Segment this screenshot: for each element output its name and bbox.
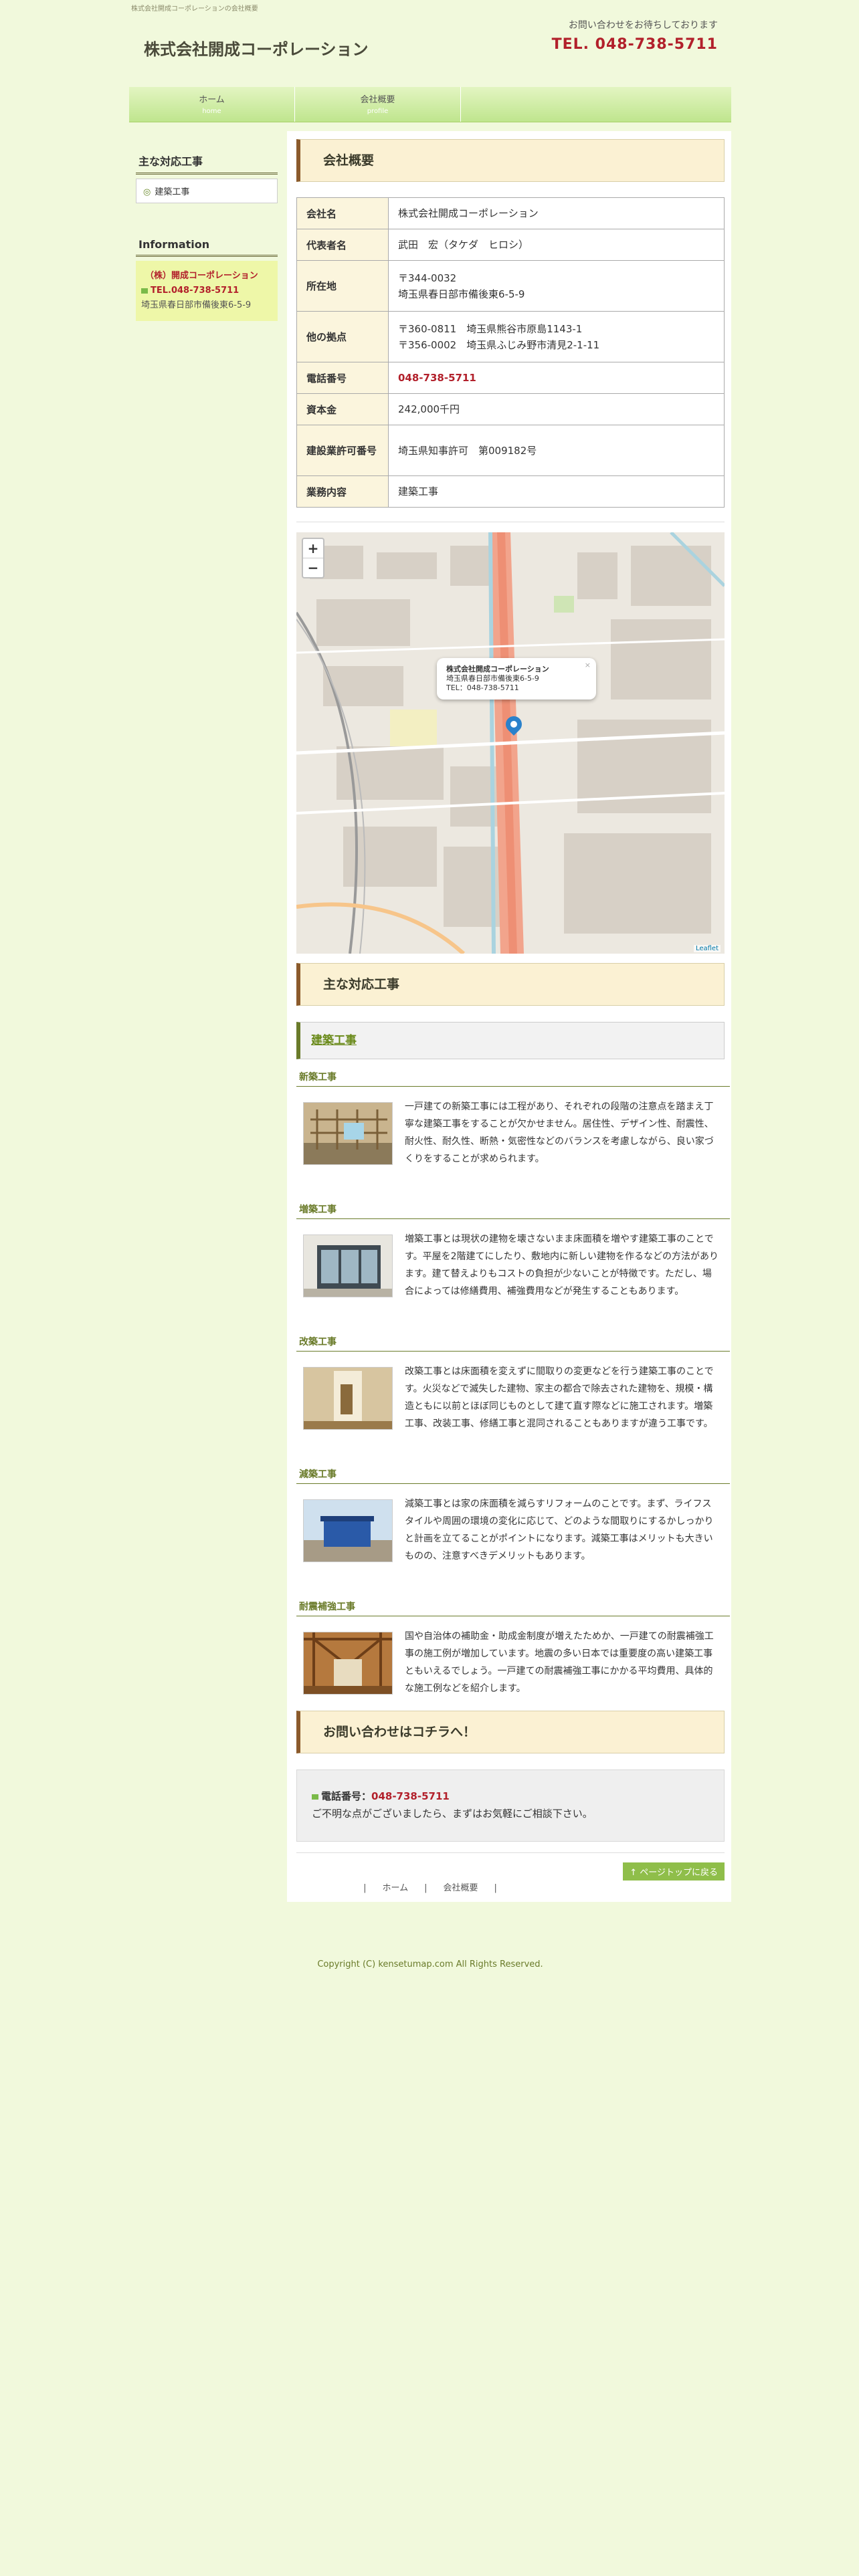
- address: 埼玉県春日部市備後東6-5-9: [398, 288, 525, 300]
- bullet-icon: ◎: [143, 187, 151, 197]
- services-heading: 主な対応工事: [296, 963, 725, 1006]
- popup-address: 埼玉県春日部市備後東6-5-9: [446, 674, 539, 683]
- info-company-name: （株）開成コーポレーション: [145, 271, 258, 281]
- footer-nav: | ホーム | 会社概要 |: [129, 1881, 731, 1893]
- map-zoom-control: + −: [302, 538, 324, 578]
- map-popup: × 株式会社開成コーポレーション 埼玉県春日部市備後東6-5-9 TEL：048…: [437, 658, 596, 700]
- row-value: 242,000千円: [388, 393, 725, 425]
- row-label: 業務内容: [296, 475, 389, 508]
- service-text-reduction: 減築工事とは家の床面積を減らすリフォームのことです。まず、ライフスタイルや周囲の…: [405, 1499, 714, 1562]
- info-address: 埼玉県春日部市備後東6-5-9: [141, 300, 252, 310]
- zoom-out-button[interactable]: −: [303, 558, 323, 577]
- row-value: 武田 宏（タケダ ヒロシ）: [388, 229, 725, 261]
- row-value: 埼玉県知事許可 第009182号: [388, 425, 725, 476]
- table-row: 資本金 242,000千円: [296, 393, 725, 425]
- nav-home[interactable]: ホーム home: [129, 87, 295, 122]
- service-image-new: [303, 1102, 393, 1165]
- map-widget[interactable]: + − × 株式会社開成コーポレーション 埼玉県春日部市備後東6-5-9 TEL…: [296, 532, 725, 954]
- nav-profile-sub: profile: [367, 108, 389, 115]
- sidebar-info-heading: Information: [136, 237, 278, 257]
- table-row: 業務内容 建築工事: [296, 475, 725, 508]
- row-value: 建築工事: [388, 475, 725, 508]
- table-row: 電話番号 048-738-5711: [296, 362, 725, 394]
- footer-link-home[interactable]: ホーム: [382, 1883, 408, 1893]
- sidebar-info-box: （株）開成コーポレーション TEL.048-738-5711 埼玉県春日部市備後…: [136, 261, 278, 321]
- row-label: 代表者名: [296, 229, 389, 261]
- profile-heading: 会社概要: [296, 139, 725, 182]
- row-value: 048-738-5711: [388, 362, 725, 394]
- branch-2: 〒356-0002 埼玉県ふじみ野市清見2-1-11: [398, 338, 600, 351]
- row-label: 会社名: [296, 197, 389, 229]
- sidebar-item-construction[interactable]: ◎ 建築工事: [136, 179, 278, 203]
- table-row: 建設業許可番号 埼玉県知事許可 第009182号: [296, 425, 725, 476]
- info-phone[interactable]: TEL.048-738-5711: [151, 286, 239, 296]
- map-tiles: [296, 532, 725, 954]
- row-label: 電話番号: [296, 362, 389, 394]
- row-label: 建設業許可番号: [296, 425, 389, 476]
- service-title-extension[interactable]: 増築工事: [296, 1202, 730, 1219]
- contact-note: ご不明な点がございましたら、まずはお気軽にご相談下さい。: [312, 1808, 593, 1820]
- back-to-top-button[interactable]: ↑ ページトップに戻る: [623, 1862, 725, 1881]
- footer-separator: |: [363, 1883, 367, 1893]
- header-phone[interactable]: TEL. 048-738-5711: [552, 36, 718, 53]
- service-text-new: 一戸建ての新築工事には工程があり、それぞれの段階の注意点を踏まえ丁寧な建築工事を…: [405, 1101, 714, 1164]
- sidebar-item-label: 建築工事: [155, 187, 190, 197]
- service-image-rebuild: [303, 1367, 393, 1430]
- zoom-in-button[interactable]: +: [303, 539, 323, 558]
- profile-phone[interactable]: 048-738-5711: [398, 372, 476, 384]
- service-text-extension: 増築工事とは現状の建物を壊さないまま床面積を増やす建築工事のことです。平屋を2階…: [405, 1234, 719, 1297]
- nav-home-label: ホーム: [199, 95, 225, 105]
- footer-link-profile[interactable]: 会社概要: [444, 1883, 478, 1893]
- service-title-new[interactable]: 新築工事: [296, 1070, 730, 1087]
- company-profile-table: 会社名 株式会社開成コーポレーション 代表者名 武田 宏（タケダ ヒロシ） 所在地〒…: [296, 197, 725, 508]
- contact-phone[interactable]: 048-738-5711: [371, 1790, 450, 1802]
- service-title-seismic[interactable]: 耐震補強工事: [296, 1600, 730, 1616]
- global-nav: ホーム home 会社概要 profile: [129, 87, 731, 122]
- row-label: 資本金: [296, 393, 389, 425]
- footer-separator: |: [424, 1883, 427, 1893]
- contact-heading: お問い合わせはコチラへ！: [296, 1711, 725, 1753]
- table-row: 所在地 〒344-0032 埼玉県春日部市備後東6-5-9: [296, 260, 725, 312]
- main-content: 会社概要 会社名 株式会社開成コーポレーション 代表者名 武田 宏（タケダ ヒロシ）…: [287, 131, 731, 1902]
- popup-close-button[interactable]: ×: [585, 661, 591, 670]
- row-label: 所在地: [296, 260, 389, 312]
- map-attribution[interactable]: Leaflet: [693, 945, 721, 952]
- row-label: 他の拠点: [296, 311, 389, 362]
- table-row: 代表者名 武田 宏（タケダ ヒロシ）: [296, 229, 725, 261]
- footer-separator: |: [494, 1883, 497, 1893]
- header-contact-message: お問い合わせをお待ちしております: [568, 20, 718, 31]
- postal-code: 〒344-0032: [398, 272, 457, 284]
- site-title[interactable]: 株式会社開成コーポレーション: [144, 36, 369, 60]
- popup-tel: TEL：048-738-5711: [446, 683, 519, 692]
- nav-profile-label: 会社概要: [360, 95, 395, 105]
- service-title-rebuild[interactable]: 改築工事: [296, 1335, 730, 1352]
- service-text-rebuild: 改築工事とは床面積を変えずに間取りの変更などを行う建築工事のことです。火災などで…: [405, 1366, 714, 1429]
- popup-company-name: 株式会社開成コーポレーション: [446, 665, 549, 673]
- contact-box: 電話番号：048-738-5711 ご不明な点がございましたら、まずはお気軽にご…: [296, 1769, 725, 1842]
- row-value: 〒360-0811 埼玉県熊谷市原島1143-1 〒356-0002 埼玉県ふじみ…: [388, 311, 725, 362]
- contact-phone-label: 電話番号：: [321, 1790, 372, 1802]
- table-row: 会社名 株式会社開成コーポレーション: [296, 197, 725, 229]
- phone-square-icon: [141, 288, 148, 294]
- service-image-reduction: [303, 1499, 393, 1562]
- row-value: 〒344-0032 埼玉県春日部市備後東6-5-9: [388, 260, 725, 312]
- sidebar-services-heading: 主な対応工事: [136, 151, 278, 175]
- nav-home-sub: home: [202, 108, 221, 115]
- sidebar: 主な対応工事 ◎ 建築工事 Information （株）開成コーポレーション T…: [136, 151, 278, 321]
- service-text-seismic: 国や自治体の補助金・助成金制度が増えたためか、一戸建ての耐震補強工事の施工例が増…: [405, 1631, 714, 1694]
- services-category-link[interactable]: 建築工事: [296, 1022, 725, 1059]
- service-image-seismic: [303, 1632, 393, 1695]
- nav-profile[interactable]: 会社概要 profile: [295, 87, 461, 122]
- service-image-extension: [303, 1235, 393, 1297]
- phone-square-icon: [312, 1794, 318, 1800]
- service-title-reduction[interactable]: 減築工事: [296, 1467, 730, 1484]
- divider: [296, 1852, 725, 1853]
- table-row: 他の拠点 〒360-0811 埼玉県熊谷市原島1143-1 〒356-0002 埼玉…: [296, 311, 725, 362]
- copyright: Copyright (C) kensetumap.com All Rights …: [317, 1959, 543, 1969]
- row-value: 株式会社開成コーポレーション: [388, 197, 725, 229]
- site-description: 株式会社開成コーポレーションの会社概要: [131, 5, 258, 13]
- branch-1: 〒360-0811 埼玉県熊谷市原島1143-1: [398, 322, 583, 335]
